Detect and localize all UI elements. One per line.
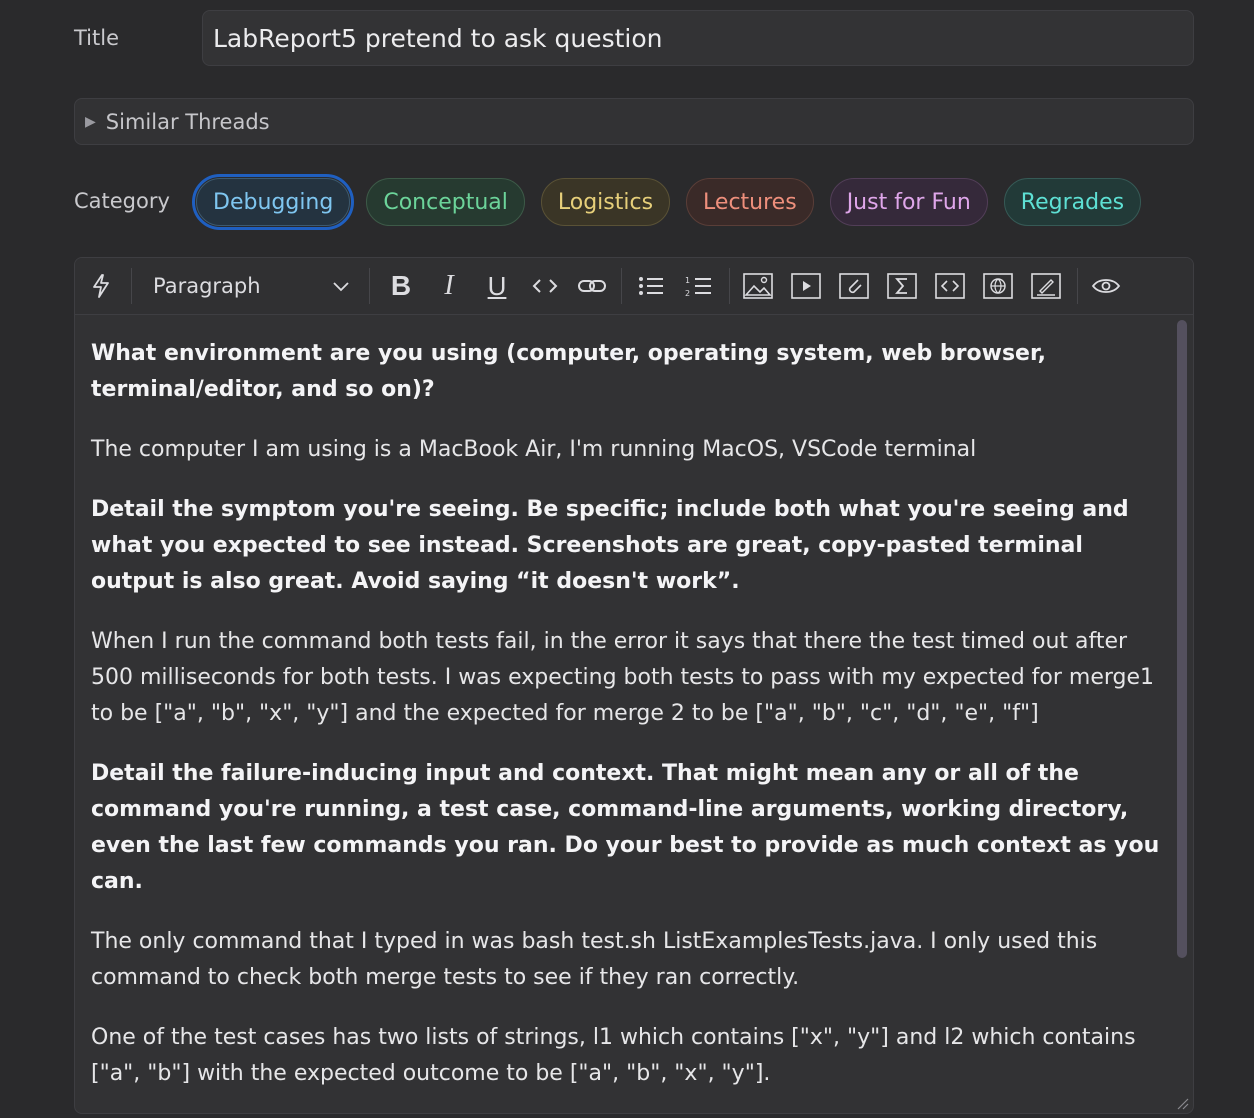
chevron-down-icon	[331, 276, 351, 301]
similar-threads-label: Similar Threads	[105, 109, 270, 134]
lightning-icon[interactable]	[87, 270, 115, 302]
numbered-list-icon[interactable]: 12	[683, 270, 715, 302]
prompt-question: Detail the symptom you're seeing. Be spe…	[91, 497, 1129, 594]
disclosure-triangle-icon: ▶	[85, 113, 96, 130]
preview-eye-icon[interactable]	[1089, 270, 1123, 302]
title-label: Title	[74, 26, 120, 50]
toolbar-separator	[1077, 268, 1078, 304]
title-input[interactable]	[202, 10, 1194, 66]
toolbar-separator	[369, 268, 370, 304]
category-chip-group: Debugging Conceptual Logistics Lectures Just…	[191, 172, 1157, 232]
resize-grip-icon[interactable]	[1175, 1095, 1189, 1110]
answer-paragraph: The computer I am using is a MacBook Air…	[91, 437, 977, 462]
editor-content[interactable]: What environment are you using (computer…	[91, 336, 1171, 1113]
prompt-question: Detail the failure-inducing input and co…	[91, 761, 1160, 894]
prompt-question: What environment are you using (computer…	[91, 341, 1046, 402]
answer-paragraph: One of the test cases has two lists of s…	[91, 1025, 1136, 1086]
italic-icon[interactable]: I	[433, 270, 465, 302]
category-chip-just-for-fun[interactable]: Just for Fun	[829, 178, 988, 226]
drawing-icon[interactable]	[1029, 270, 1063, 302]
toolbar-separator	[621, 268, 622, 304]
svg-text:2: 2	[685, 289, 690, 298]
category-chip-debugging[interactable]: Debugging	[191, 174, 355, 230]
edit-thread-page: Title ▶ Similar Threads Category Debuggi…	[0, 0, 1254, 1118]
code-block-icon[interactable]	[933, 270, 967, 302]
category-chip-logistics[interactable]: Logistics	[540, 178, 671, 226]
answer-paragraph: The only command that I typed in was bas…	[91, 929, 1098, 990]
math-icon[interactable]	[885, 270, 919, 302]
answer-paragraph: When I run the command both tests fail, …	[91, 629, 1155, 726]
block-format-select[interactable]: Paragraph	[139, 268, 359, 304]
similar-threads-toggle[interactable]: ▶ Similar Threads	[74, 98, 1194, 145]
rich-text-editor: Paragraph B I U 1 2 What environment are…	[74, 257, 1194, 1114]
underline-icon[interactable]: U	[481, 270, 513, 302]
bold-icon[interactable]: B	[385, 270, 417, 302]
editor-toolbar: Paragraph B I U 1 2	[75, 258, 1193, 315]
web-embed-icon[interactable]	[981, 270, 1015, 302]
category-label: Category	[74, 189, 170, 213]
editor-scrollbar[interactable]	[1177, 320, 1187, 958]
video-icon[interactable]	[789, 270, 823, 302]
svg-text:1: 1	[685, 276, 690, 285]
category-chip-conceptual[interactable]: Conceptual	[366, 178, 525, 226]
bullet-list-icon[interactable]	[635, 270, 667, 302]
block-format-value: Paragraph	[153, 274, 261, 298]
category-chip-lectures[interactable]: Lectures	[686, 178, 814, 226]
image-icon[interactable]	[741, 270, 775, 302]
toolbar-separator	[729, 268, 730, 304]
link-icon[interactable]	[575, 270, 609, 302]
category-chip-regrades[interactable]: Regrades	[1003, 178, 1142, 226]
toolbar-separator	[131, 268, 132, 304]
code-icon[interactable]	[529, 270, 561, 302]
attachment-icon[interactable]	[837, 270, 871, 302]
